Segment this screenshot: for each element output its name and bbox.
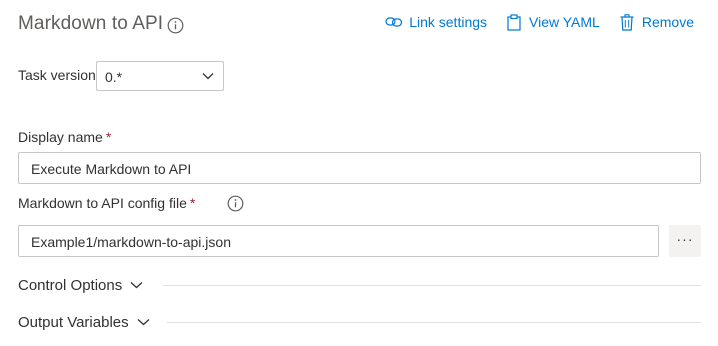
info-icon[interactable]: [227, 195, 244, 212]
required-marker: *: [189, 195, 196, 211]
display-name-value: Execute Markdown to API: [31, 161, 192, 177]
chevron-down-icon: [137, 319, 150, 326]
task-header: Markdown to API Link settings View YAML: [18, 13, 694, 39]
task-version-select[interactable]: 0.*: [96, 61, 224, 91]
display-name-input[interactable]: Execute Markdown to API: [18, 152, 701, 184]
config-file-label: Markdown to API config file *: [18, 195, 195, 211]
header-actions: Link settings View YAML Remove: [385, 13, 694, 31]
ellipsis-icon: ···: [676, 231, 694, 247]
browse-button[interactable]: ···: [669, 225, 701, 257]
control-options-toggle[interactable]: Control Options: [18, 274, 143, 296]
display-name-label: Display name *: [18, 129, 111, 145]
output-variables-label: Output Variables: [18, 313, 129, 331]
config-file-input[interactable]: Example1/markdown-to-api.json: [18, 225, 659, 257]
link-icon: [385, 14, 403, 30]
config-file-label-text: Markdown to API config file: [18, 195, 187, 211]
config-file-value: Example1/markdown-to-api.json: [31, 234, 231, 250]
view-yaml-label: View YAML: [529, 14, 600, 30]
link-settings-label: Link settings: [409, 14, 488, 30]
output-variables-toggle[interactable]: Output Variables: [18, 311, 150, 333]
link-settings-button[interactable]: Link settings: [385, 14, 487, 30]
task-version-value: 0.*: [105, 69, 123, 85]
clipboard-icon: [505, 13, 523, 31]
remove-label: Remove: [641, 14, 694, 30]
section-divider: [167, 322, 701, 323]
required-marker: *: [105, 129, 112, 145]
chevron-down-icon: [130, 282, 143, 289]
info-icon[interactable]: [167, 17, 184, 34]
chevron-down-icon: [202, 73, 214, 80]
view-yaml-button[interactable]: View YAML: [505, 13, 600, 31]
trash-icon: [618, 13, 636, 31]
control-options-label: Control Options: [18, 276, 123, 294]
remove-button[interactable]: Remove: [618, 13, 694, 31]
page-title: Markdown to API: [18, 13, 164, 34]
display-name-label-text: Display name: [18, 129, 103, 145]
task-version-label: Task version: [18, 67, 96, 83]
section-divider: [163, 285, 701, 286]
